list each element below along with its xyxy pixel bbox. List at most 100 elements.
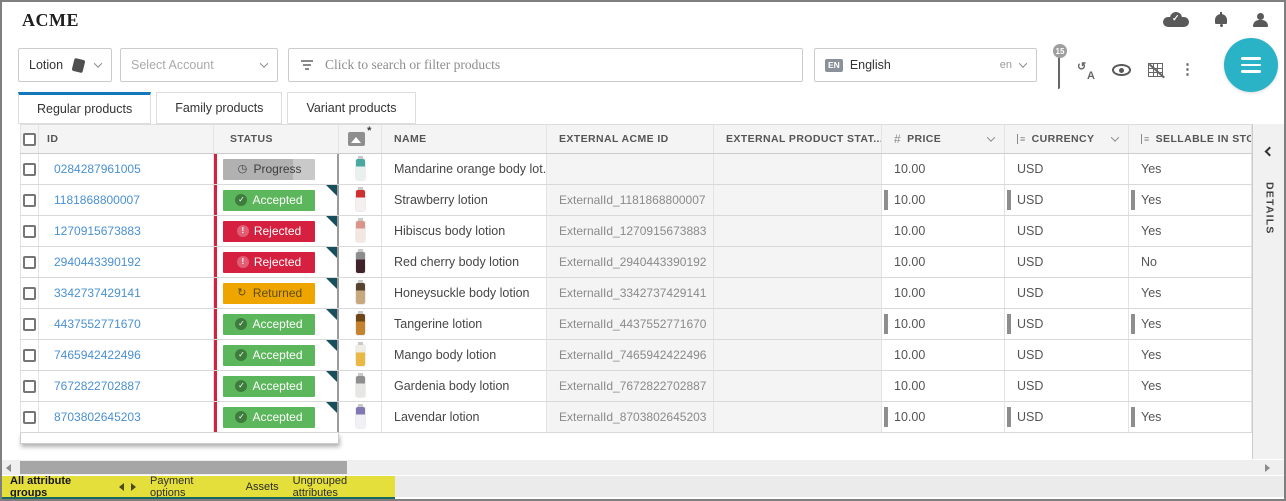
price-cell[interactable]: 10.00 — [882, 402, 1005, 432]
sellable-cell[interactable]: Yes — [1129, 371, 1252, 401]
language-selector[interactable]: EN English en — [814, 48, 1037, 82]
product-search-box — [288, 48, 803, 82]
name-cell: Strawberry lotion — [382, 185, 547, 215]
currency-cell[interactable]: USD — [1005, 371, 1129, 401]
sellable-cell[interactable]: Yes — [1129, 185, 1252, 215]
currency-cell[interactable]: USD — [1005, 340, 1129, 370]
product-id-link[interactable]: 7465942422496 — [54, 348, 141, 362]
price-cell[interactable]: 10.00 — [882, 278, 1005, 308]
currency-cell[interactable]: USD — [1005, 278, 1129, 308]
group-tab-all[interactable]: All attribute groups — [10, 475, 111, 499]
group-tab-ungrouped[interactable]: Ungrouped attributes — [293, 475, 395, 499]
group-scroll-right-icon[interactable] — [131, 483, 136, 491]
user-profile-icon[interactable] — [1253, 13, 1268, 27]
sellable-cell[interactable]: Yes — [1129, 340, 1252, 370]
sellable-cell[interactable]: No — [1129, 247, 1252, 277]
product-id-link[interactable]: 1181868800007 — [54, 193, 140, 207]
product-id-link[interactable]: 3342737429141 — [54, 286, 141, 300]
tab-family-products[interactable]: Family products — [156, 92, 282, 124]
price-cell[interactable]: 10.00 — [882, 340, 1005, 370]
sellable-cell[interactable]: Yes — [1129, 402, 1252, 432]
product-thumbnail — [356, 221, 365, 242]
account-dropdown[interactable]: Select Account — [120, 48, 278, 82]
check-glyph: ✓ — [1172, 13, 1180, 24]
sellable-cell[interactable]: Yes — [1129, 278, 1252, 308]
group-tab-assets[interactable]: Assets — [246, 481, 279, 493]
grid-disabled-icon[interactable] — [1148, 63, 1163, 77]
currency-cell[interactable]: USD — [1005, 247, 1129, 277]
price-cell[interactable]: 10.00 — [882, 154, 1005, 184]
row-checkbox[interactable] — [23, 349, 36, 362]
group-scroll-left-icon[interactable] — [119, 483, 124, 491]
tab-variant-products[interactable]: Variant products — [287, 92, 415, 124]
column-chevron-down-icon[interactable] — [1111, 133, 1119, 141]
price-value: 10.00 — [894, 348, 925, 362]
status-label: Returned — [253, 286, 302, 300]
sellable-cell[interactable]: Yes — [1129, 154, 1252, 184]
row-checkbox[interactable] — [23, 194, 36, 207]
product-id-link[interactable]: 7672822702887 — [54, 379, 141, 393]
category-dropdown[interactable]: Lotion — [18, 48, 112, 82]
row-checkbox[interactable] — [23, 287, 36, 300]
row-checkbox[interactable] — [23, 318, 36, 331]
table-body: 0284287961005 ◷ Progress Mandarine orang… — [20, 154, 1252, 433]
row-checkbox-cell — [20, 216, 39, 246]
sellable-value: Yes — [1141, 410, 1161, 424]
status-icon: ✓ — [235, 349, 247, 361]
bell-dome — [1215, 14, 1227, 24]
sellable-cell[interactable]: Yes — [1129, 216, 1252, 246]
price-cell[interactable]: 10.00 — [882, 185, 1005, 215]
currency-cell[interactable]: USD — [1005, 402, 1129, 432]
preview-eye-icon[interactable] — [1112, 64, 1131, 76]
product-id-link[interactable]: 0284287961005 — [54, 162, 141, 176]
details-panel-tab[interactable]: DETAILS — [1252, 124, 1286, 459]
price-cell[interactable]: 10.00 — [882, 247, 1005, 277]
chevron-left-icon[interactable] — [1265, 147, 1275, 157]
price-cell[interactable]: 10.00 — [882, 216, 1005, 246]
number-type-icon: # — [894, 132, 901, 146]
id-cell: 4437552771670 — [39, 309, 214, 339]
main-menu-button[interactable] — [1224, 38, 1278, 92]
notifications-bell-icon[interactable] — [1215, 13, 1227, 27]
more-options-kebab-icon[interactable]: ⋮ — [1180, 64, 1195, 76]
tab-regular-products[interactable]: Regular products — [18, 92, 151, 124]
sellable-cell[interactable]: Yes — [1129, 309, 1252, 339]
product-id-link[interactable]: 8703802645203 — [54, 410, 141, 424]
select-all-checkbox[interactable] — [23, 133, 36, 146]
status-badge: ✓ Accepted — [223, 314, 315, 335]
currency-cell[interactable]: USD — [1005, 216, 1129, 246]
row-checkbox[interactable] — [23, 163, 36, 176]
medications-icon[interactable]: 15 — [1058, 52, 1060, 88]
row-checkbox[interactable] — [23, 380, 36, 393]
search-input[interactable] — [325, 57, 790, 73]
status-cell: ✓ Accepted — [214, 340, 339, 370]
row-checkbox[interactable] — [23, 225, 36, 238]
filter-icon — [301, 60, 313, 70]
product-id-link[interactable]: 1270915673883 — [54, 224, 141, 238]
product-id-link[interactable]: 2940443390192 — [54, 255, 141, 269]
external-id-cell: ExternalId_7465942422496 — [547, 340, 714, 370]
table-header-row: ID STATUS * NAME EXTERNAL ACME ID EXTERN… — [20, 124, 1252, 154]
horizontal-scrollbar[interactable] — [2, 460, 1284, 475]
currency-cell[interactable]: USD — [1005, 154, 1129, 184]
row-checkbox-cell — [20, 371, 39, 401]
price-cell[interactable]: 10.00 — [882, 309, 1005, 339]
price-cell[interactable]: 10.00 — [882, 371, 1005, 401]
image-cell — [339, 340, 382, 370]
scroll-left-arrow[interactable] — [6, 464, 11, 472]
row-checkbox[interactable] — [23, 256, 36, 269]
currency-cell[interactable]: USD — [1005, 309, 1129, 339]
table-row: 7672822702887 ✓ Accepted Gardenia body l… — [20, 371, 1252, 402]
group-tab-payment-options[interactable]: Payment options — [150, 475, 232, 499]
column-chevron-down-icon[interactable] — [987, 133, 995, 141]
scrollbar-thumb[interactable] — [20, 461, 347, 474]
currency-cell[interactable]: USD — [1005, 185, 1129, 215]
row-checkbox[interactable] — [23, 411, 36, 424]
status-icon: ! — [237, 225, 249, 237]
status-cell: ! Rejected — [214, 247, 339, 277]
scroll-right-arrow[interactable] — [1265, 464, 1270, 472]
cloud-sync-icon[interactable]: ✓ — [1163, 12, 1189, 27]
product-id-link[interactable]: 4437552771670 — [54, 317, 141, 331]
translate-icon[interactable]: ↺ A — [1077, 62, 1095, 79]
status-label: Accepted — [252, 193, 302, 207]
